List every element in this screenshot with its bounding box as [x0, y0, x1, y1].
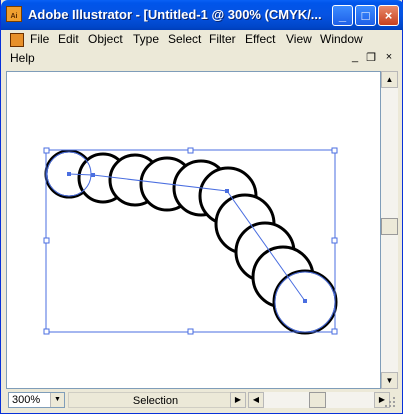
horizontal-scroll-thumb[interactable] [309, 392, 326, 408]
menu-select[interactable]: Select [168, 32, 201, 46]
doc-restore-icon[interactable]: ❐ [364, 51, 378, 65]
current-tool-label: Selection [132, 395, 179, 407]
menu-edit[interactable]: Edit [58, 32, 79, 46]
bounding-box-handle[interactable] [43, 147, 50, 154]
window-title: Adobe Illustrator - [Untitled-1 @ 300% (… [28, 7, 322, 22]
menu-file[interactable]: File [30, 32, 49, 46]
artboard-canvas[interactable] [6, 71, 381, 389]
status-tool-field[interactable]: Selection [68, 392, 243, 408]
doc-close-icon[interactable]: × [382, 51, 396, 65]
bounding-box-handle[interactable] [331, 147, 338, 154]
menu-window[interactable]: Window [320, 32, 363, 46]
spine-anchor-point[interactable] [67, 172, 71, 176]
status-menu-arrow-icon[interactable]: ▶ [230, 392, 246, 408]
maximize-button[interactable]: □ [355, 5, 376, 26]
zoom-dropdown-arrow-icon[interactable]: ▼ [50, 393, 64, 407]
illustrator-app-icon[interactable]: Ai [6, 6, 22, 22]
menu-type[interactable]: Type [133, 32, 159, 46]
artwork-svg [43, 147, 338, 335]
zoom-level-select[interactable]: 300% ▼ [8, 392, 65, 408]
menu-filter[interactable]: Filter [209, 32, 236, 46]
title-bar[interactable]: Ai Adobe Illustrator - [Untitled-1 @ 300… [1, 0, 403, 30]
scroll-down-arrow-icon[interactable]: ▼ [381, 372, 398, 389]
illustrator-window: Ai Adobe Illustrator - [Untitled-1 @ 300… [0, 0, 403, 414]
zoom-level-value: 300% [12, 394, 41, 406]
resize-grip-icon[interactable] [384, 396, 396, 408]
close-button[interactable]: × [378, 5, 399, 26]
scroll-left-arrow-icon[interactable]: ◀ [248, 392, 264, 408]
spine-anchor-point[interactable] [303, 299, 307, 303]
close-icon: × [384, 8, 393, 23]
status-bar: 300% ▼ Selection ▶ ◀ ▶ [6, 390, 398, 410]
menu-effect[interactable]: Effect [245, 32, 275, 46]
maximize-icon: □ [361, 8, 370, 23]
bounding-box-handle[interactable] [331, 328, 338, 335]
minimize-icon: _ [338, 8, 347, 23]
spine-anchor-point[interactable] [91, 173, 95, 177]
menu-object[interactable]: Object [88, 32, 123, 46]
menu-view[interactable]: View [286, 32, 312, 46]
menu-bar: File Edit Object Type Select Filter Effe… [2, 30, 402, 68]
scroll-up-arrow-icon[interactable]: ▲ [381, 71, 398, 88]
doc-minimize-icon[interactable]: _ [348, 51, 362, 65]
menu-help[interactable]: Help [10, 51, 35, 65]
minimize-button[interactable]: _ [332, 5, 353, 26]
app-icon-glyph: Ai [10, 13, 18, 20]
bounding-box-handle[interactable] [187, 147, 194, 154]
document-icon[interactable] [10, 33, 24, 47]
bounding-box-handle[interactable] [331, 237, 338, 244]
bounding-box-handle[interactable] [43, 237, 50, 244]
vertical-scrollbar[interactable]: ▲ ▼ [381, 71, 398, 389]
vertical-scroll-thumb[interactable] [381, 218, 398, 235]
bounding-box-handle[interactable] [43, 328, 50, 335]
bounding-box-handle[interactable] [187, 328, 194, 335]
spine-anchor-point[interactable] [225, 189, 229, 193]
